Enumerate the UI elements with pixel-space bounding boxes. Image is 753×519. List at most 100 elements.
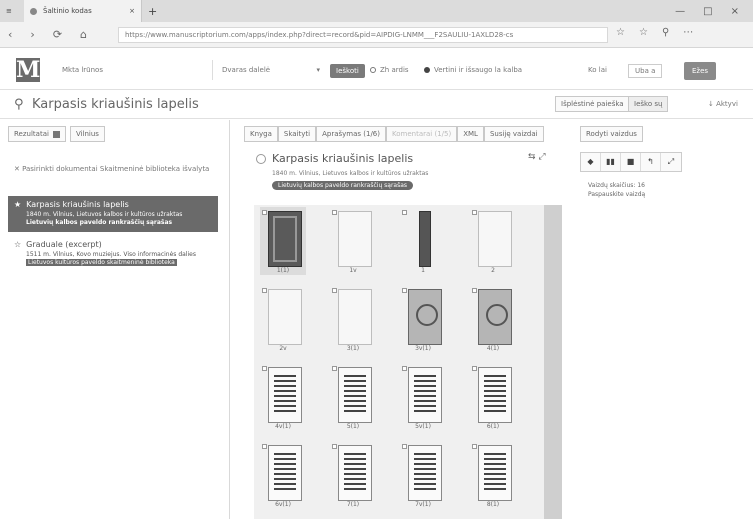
maximize-icon[interactable]: □ [703,6,712,17]
header-user-button[interactable]: Ežes [684,62,717,80]
tab-results[interactable]: Rezultatai [8,126,66,142]
page-image [478,289,512,345]
thumbnail-checkbox[interactable] [402,288,407,293]
thumbnail-checkbox[interactable] [332,288,337,293]
page-thumbnail[interactable]: 2v [260,285,306,353]
browser-tab-active[interactable]: Šaltinio kodas × [24,0,142,22]
document-meta: 1840 m. Vilnius, Lietuvos kalbos ir kult… [272,170,429,177]
thumbnail-checkbox[interactable] [262,210,267,215]
thumbnail-checkbox[interactable] [262,444,267,449]
favorite-icon[interactable]: ☆ [639,27,648,38]
thumbnail-checkbox[interactable] [472,288,477,293]
toggle-option-2[interactable]: Vertini ir išsaugo la kalba [424,66,522,74]
pause-icon[interactable]: ▮▮ [601,153,621,171]
page-thumbnail[interactable]: 1(1) [260,207,306,275]
page-image [408,367,442,423]
thumbnail-checkbox[interactable] [472,210,477,215]
back-icon[interactable]: ‹ [8,28,12,41]
search-query-input[interactable]: Karpasis kriaušinis lapelis [32,97,199,112]
square-icon[interactable]: ■ [621,153,641,171]
thumbnail-checkbox[interactable] [472,366,477,371]
minimize-icon[interactable]: — [675,6,685,17]
page-thumbnail[interactable]: 4v(1) [260,363,306,431]
page-thumbnail[interactable]: 1 [400,207,446,275]
search-button[interactable]: Ieškoti [330,64,365,78]
filter-summary-text: Pasirinkti dokumentai Skaitmeninė biblio… [22,165,210,173]
brand-name: Mkta lrūnos [62,66,103,74]
header-link-1[interactable]: Ko lai [588,66,607,74]
thumbnail-checkbox[interactable] [332,444,337,449]
page-thumbnail[interactable]: 2 [470,207,516,275]
thumbnail-checkbox[interactable] [262,366,267,371]
tab-related[interactable]: Susiję vaizdai [483,126,544,142]
advanced-search-button[interactable]: Išplėstinė paieška [555,96,630,112]
dropdown-label: Dvaras dalelė [222,66,271,74]
diamond-icon[interactable]: ◆ [581,153,601,171]
rotate-icon[interactable]: ↰ [641,153,661,171]
thumbnail-checkbox[interactable] [402,366,407,371]
document-select-icon[interactable] [256,154,266,164]
thumbnail-checkbox[interactable] [402,444,407,449]
url-input[interactable]: https://www.manuscriptorium.com/apps/ind… [118,27,608,43]
thumbnail-checkbox[interactable] [402,210,407,215]
active-filter-button[interactable]: ↓ Aktyvi [708,100,738,108]
thumbnail-checkbox[interactable] [332,210,337,215]
page-thumbnail[interactable]: 8(1) [470,441,516,509]
tab-read[interactable]: Skaityti [277,126,317,142]
scrollbar-track[interactable] [544,205,562,519]
list-item[interactable]: ☆ Graduale (excerpt) 1511 m. Vilnius, Ko… [8,238,218,272]
result-tag[interactable]: Lietuvių kalbos paveldo rankraščių sąraš… [14,219,212,226]
toggle-option-2-label: Vertini ir išsaugo la kalba [434,66,523,74]
reading-view-icon[interactable]: ☆ [616,27,625,38]
tab-xml[interactable]: XML [457,126,484,142]
new-tab-button[interactable]: + [142,0,163,22]
thumbnail-checkbox[interactable] [472,444,477,449]
tab-book[interactable]: Knyga [244,126,278,142]
page-label: 5v(1) [415,423,431,430]
page-thumbnail[interactable]: 6(1) [470,363,516,431]
close-window-icon[interactable]: × [731,6,739,17]
site-logo[interactable]: M [16,58,40,82]
page-label: 2v [279,345,287,352]
page-thumbnail[interactable]: 7v(1) [400,441,446,509]
close-icon[interactable]: ✕ [14,165,22,173]
page-thumbnail[interactable]: 1v [330,207,376,275]
document-tools-icon[interactable]: ⇆ ⤢ [528,152,546,162]
radio-icon [424,67,430,73]
document-tabs: Knyga Skaityti Aprašymas (1/6) Komentara… [244,126,544,142]
results-column [0,120,230,519]
tab-comments[interactable]: Komentarai (1/5) [386,126,458,142]
home-icon[interactable]: ⌂ [80,28,87,41]
result-tag[interactable]: Lietuvos kultūros paveldo skaitmeninė bi… [26,259,177,266]
thumbnail-checkbox[interactable] [332,366,337,371]
toggle-option-1[interactable]: Zh ardis [370,66,409,74]
tab-results-label: Rezultatai [14,130,49,138]
page-thumbnail[interactable]: 5(1) [330,363,376,431]
thumbnail-checkbox[interactable] [262,288,267,293]
header-link-2[interactable]: Uba a [628,64,663,78]
page-thumbnail[interactable]: 5v(1) [400,363,446,431]
page-thumbnail[interactable]: 6v(1) [260,441,306,509]
tab-description[interactable]: Aprašymas (1/6) [316,126,386,142]
page-image [338,211,372,267]
hub-icon[interactable]: ⚲ [662,27,669,38]
page-thumbnail[interactable]: 3(1) [330,285,376,353]
more-icon[interactable]: ⋯ [683,27,693,38]
collection-dropdown[interactable]: Dvaras dalelė ▾ [222,66,320,74]
page-thumbnail[interactable]: 7(1) [330,441,376,509]
page-thumbnail[interactable]: 3v(1) [400,285,446,353]
page-image [338,367,372,423]
forward-icon[interactable]: › [30,28,34,41]
left-tabs: Rezultatai Vilnius [8,126,105,142]
expand-icon[interactable]: ⤢ [661,153,681,171]
page-thumbnail[interactable]: 4(1) [470,285,516,353]
search-history-button[interactable]: Ieško sų [628,96,669,112]
list-item[interactable]: ★ Karpasis kriaušinis lapelis 1840 m. Vi… [8,196,218,232]
page-image [338,289,372,345]
tab-vilnius[interactable]: Vilnius [69,126,105,142]
show-images-button[interactable]: Rodyti vaizdus [580,126,643,142]
tab-menu-icon[interactable]: ≡ [0,0,24,22]
document-tag[interactable]: Lietuvių kalbos paveldo rankraščių sąraš… [272,181,414,190]
close-tab-icon[interactable]: × [129,7,135,15]
reload-icon[interactable]: ⟳ [53,28,62,41]
